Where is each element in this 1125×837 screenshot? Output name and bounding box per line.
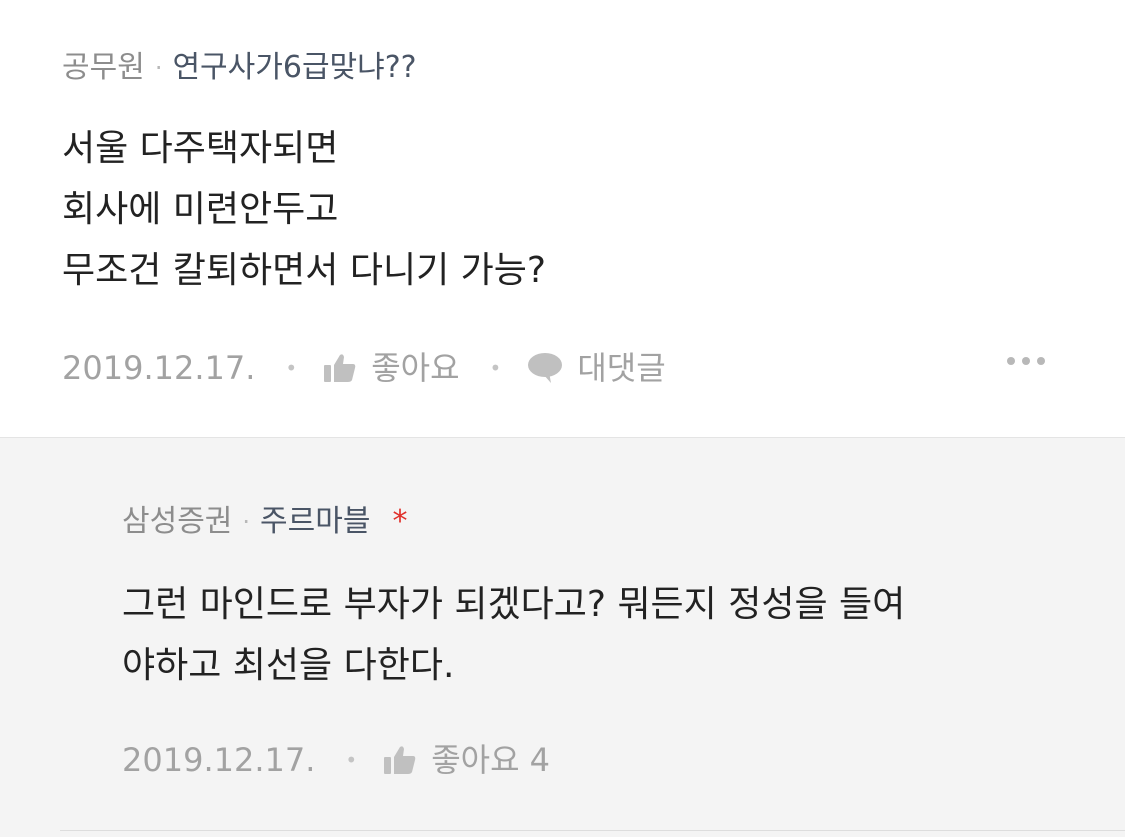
comment-date: 2019.12.17. [62,349,256,387]
footer-separator: • [345,748,358,772]
reply-item: 삼성증권 · 주르마블 * 그런 마인드로 부자가 되겠다고? 뭐든지 정성을 … [0,437,1125,837]
reply-text-line: 야하고 최선을 다한다. [122,645,455,686]
comment-text-line: 무조건 칼퇴하면서 다니기 가능? [62,250,546,291]
reply-text-line: 그런 마인드로 부자가 되겠다고? 뭐든지 정성을 들여 [122,584,906,625]
meta-separator: · [154,54,163,82]
reply-label: 대댓글 [577,349,666,387]
thumbs-up-icon [324,354,356,382]
comment-text-line: 회사에 미련안두고 [62,189,339,230]
reply-author: 삼성증권 · 주르마블 * [122,502,407,542]
author-nickname[interactable]: 연구사가6급맞냐?? [172,48,416,88]
reply-body: 그런 마인드로 부자가 되겠다고? 뭐든지 정성을 들여 야하고 최선을 다한다… [122,574,905,696]
divider [60,830,1125,831]
reply-button[interactable]: 대댓글 [527,348,666,388]
author-company: 삼성증권 [122,504,233,539]
meta-separator: · [242,508,251,536]
comment-body: 서울 다주택자되면 회사에 미련안두고 무조건 칼퇴하면서 다니기 가능? [62,118,546,301]
footer-separator: • [489,356,502,380]
footer-separator: • [285,356,298,380]
comment-footer: 2019.12.17. • 좋아요 • 대댓글 [62,348,666,388]
author-nickname[interactable]: 주르마블 [260,502,370,542]
author-mark: * [392,504,408,539]
like-button[interactable]: 좋아요 4 [383,740,550,780]
comment-item: 공무원 · 연구사가6급맞냐?? 서울 다주택자되면 회사에 미련안두고 무조건… [0,0,1125,437]
thumbs-up-icon [384,746,416,774]
comment-author: 공무원 · 연구사가6급맞냐?? [62,48,417,88]
author-company: 공무원 [62,50,145,85]
reply-footer: 2019.12.17. • 좋아요 4 [122,740,550,780]
reply-date: 2019.12.17. [122,741,316,779]
like-label: 좋아요 4 [431,741,551,779]
like-label: 좋아요 [371,349,460,387]
speech-bubble-icon [528,353,563,383]
like-button[interactable]: 좋아요 [323,348,460,388]
comment-text-line: 서울 다주택자되면 [62,128,339,169]
more-options-icon[interactable] [1000,357,1045,365]
